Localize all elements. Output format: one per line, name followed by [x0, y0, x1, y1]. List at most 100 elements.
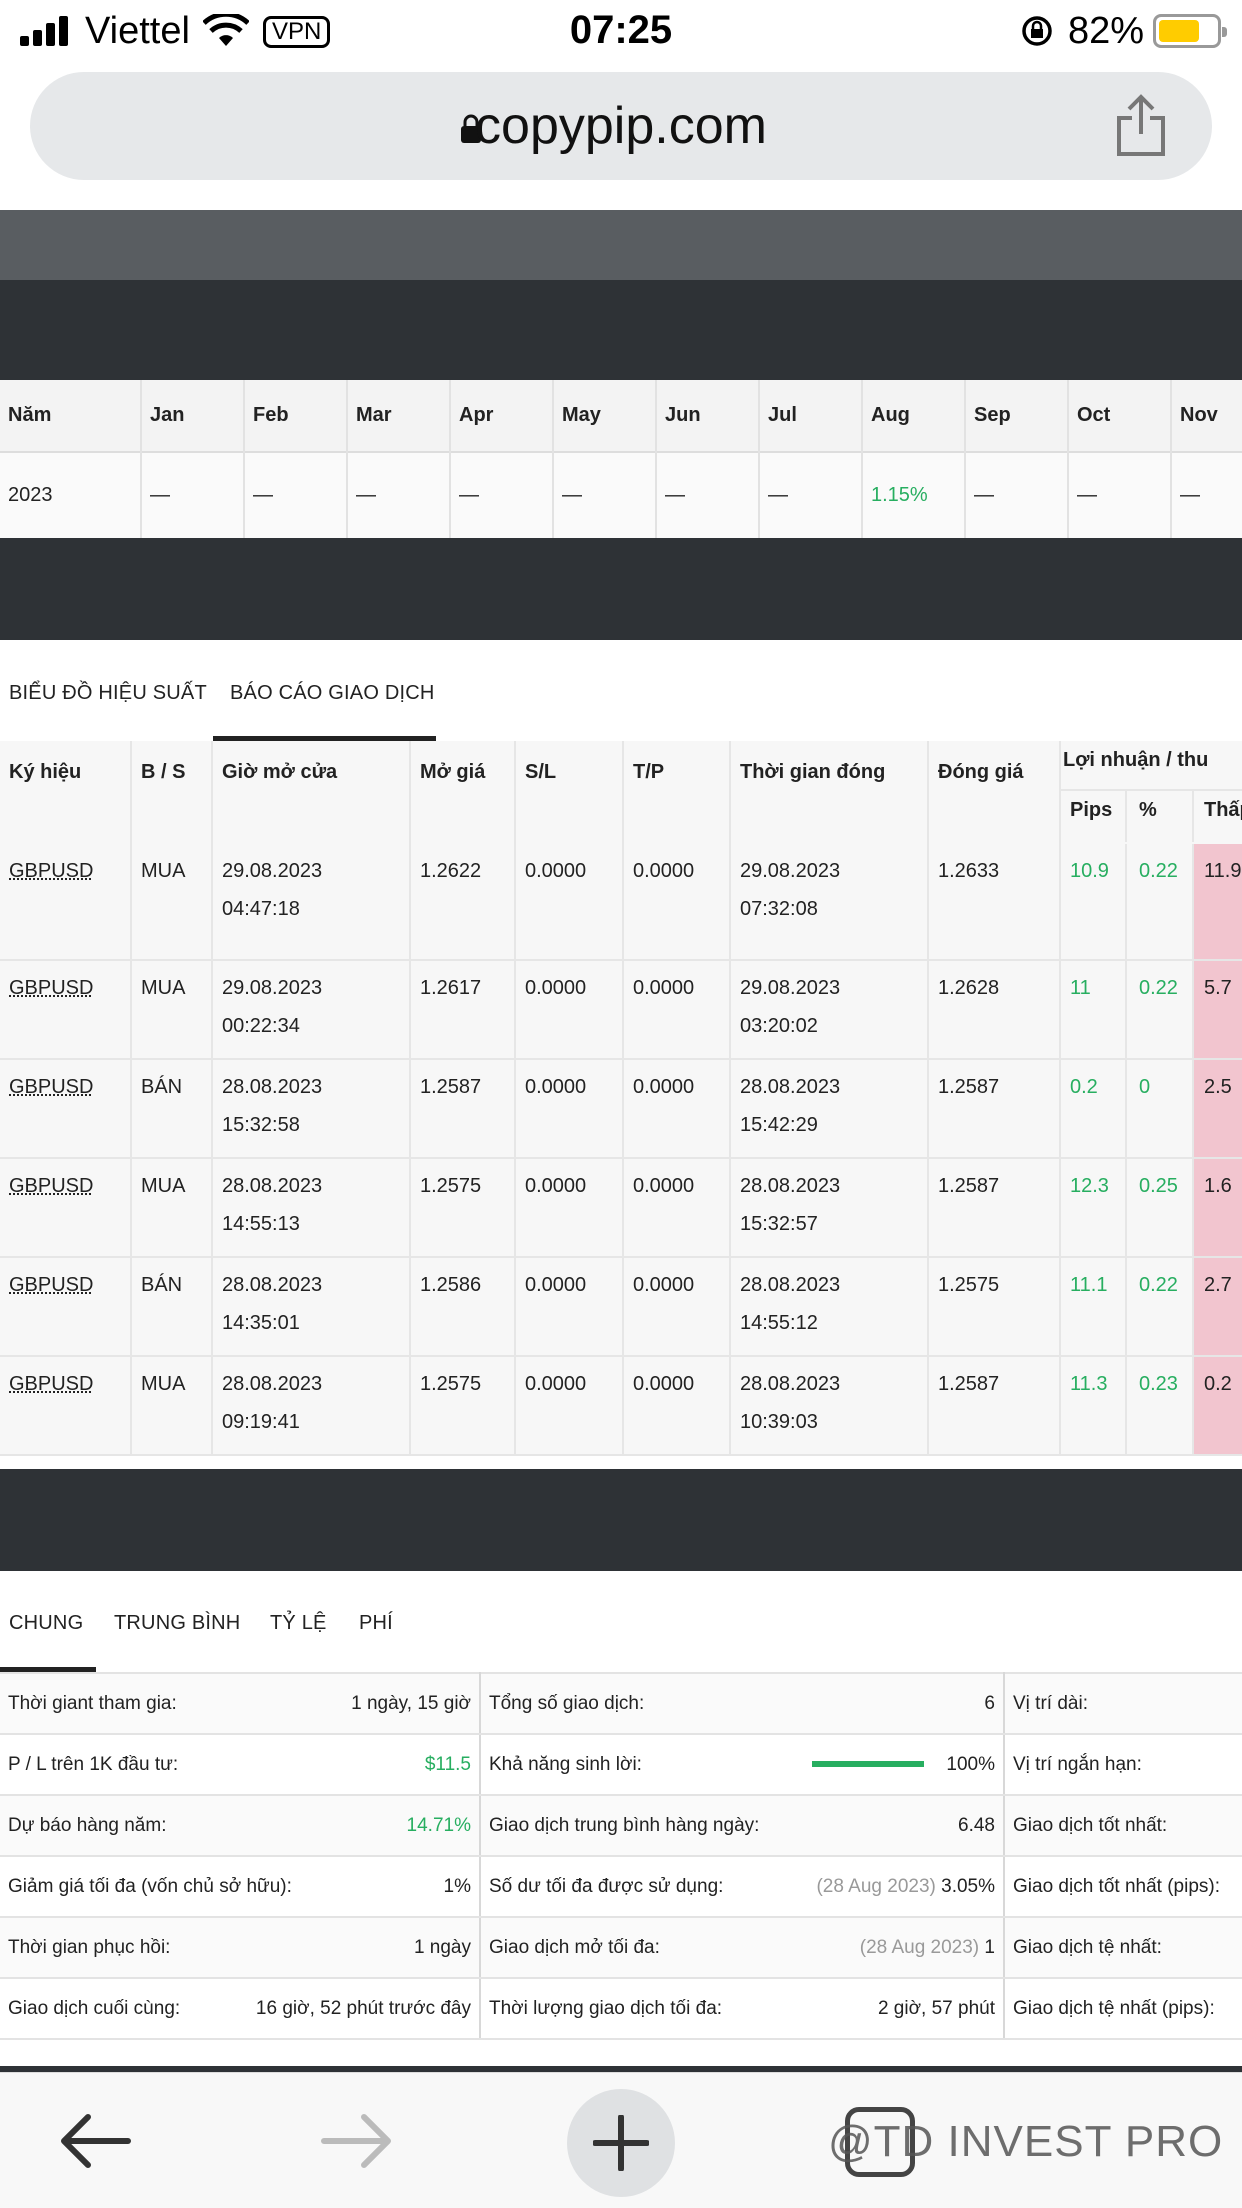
side-cell: MUA — [131, 1158, 213, 1258]
col-stop-loss: S/L — [515, 741, 624, 844]
low-cell: 11.9 — [1193, 844, 1242, 961]
open-time-cell: 29.08.2023 04:47:18 — [212, 844, 411, 961]
status-bar: Viettel VPN 07:25 82% — [0, 0, 1242, 62]
month-value: — — [141, 452, 245, 538]
percent-cell: 0.22 — [1126, 1257, 1194, 1357]
new-tab-button[interactable] — [567, 2089, 675, 2197]
back-icon[interactable] — [58, 2111, 132, 2171]
trade-row: GBPUSD MUA 28.08.2023 09:19:41 1.2575 0.0000 0… — [0, 1356, 1242, 1456]
stat-label: P / L trên 1K đầu tư: — [0, 1734, 180, 1796]
header-dark-band — [0, 280, 1242, 380]
battery-icon — [1153, 14, 1227, 48]
tab-trade-report[interactable]: BÁO CÁO GIAO DỊCH — [230, 682, 435, 705]
col-buy-sell: B / S — [131, 741, 213, 844]
stat-label: Tổng số giao dịch: — [480, 1673, 790, 1735]
stat-value: 6.48 — [790, 1795, 1005, 1857]
address-bar[interactable]: copypip.com — [30, 72, 1212, 180]
tab-ratio[interactable]: TỶ LỆ — [270, 1612, 327, 1635]
open-time-cell: 28.08.2023 15:32:58 — [212, 1059, 411, 1159]
symbol-link[interactable]: GBPUSD — [9, 1076, 93, 1098]
close-time-cell: 28.08.2023 15:32:57 — [730, 1158, 929, 1258]
month-header: Oct — [1068, 380, 1172, 452]
close-clock: 07:32:08 — [740, 898, 818, 920]
tab-general[interactable]: CHUNG — [9, 1612, 83, 1635]
stats-row: Thời giant tham gia: 1 ngày, 15 giờ Tổng s… — [0, 1673, 1242, 1735]
month-header: Sep — [965, 380, 1069, 452]
col-open-price: Mở giá — [410, 741, 516, 844]
stat-label: Giao dịch cuối cùng: — [0, 1978, 180, 2040]
tab-average[interactable]: TRUNG BÌNH — [114, 1612, 240, 1635]
low-cell: 2.7 — [1193, 1257, 1242, 1357]
month-header: Feb — [244, 380, 348, 452]
open-clock: 14:55:13 — [222, 1213, 300, 1235]
side-cell: BÁN — [131, 1257, 213, 1357]
month-value: — — [1068, 452, 1172, 538]
open-time-cell: 28.08.2023 14:35:01 — [212, 1257, 411, 1357]
tab-performance-chart[interactable]: BIỂU ĐỒ HIỆU SUẤT — [9, 682, 207, 705]
tab-fees[interactable]: PHÍ — [359, 1612, 393, 1635]
close-time-cell: 28.08.2023 14:55:12 — [730, 1257, 929, 1357]
stats-row: P / L trên 1K đầu tư: $11.5 Khả năng sinh … — [0, 1734, 1242, 1796]
stat-label: Số dư tối đa được sử dụng: — [480, 1856, 790, 1918]
stat-label: Vị trí ngắn hạn: — [1004, 1734, 1242, 1796]
col-pips: Pips — [1061, 791, 1127, 842]
month-header: May — [553, 380, 657, 452]
url-text: copypip.com — [475, 97, 767, 155]
dark-band — [0, 1469, 1242, 1571]
symbol-link[interactable]: GBPUSD — [9, 977, 93, 999]
trade-row: GBPUSD MUA 29.08.2023 04:47:18 1.2622 0.0000 0… — [0, 844, 1242, 961]
month-value: — — [347, 452, 451, 538]
share-icon[interactable] — [1115, 94, 1167, 158]
stats-row: Giao dịch cuối cùng: 16 giờ, 52 phút trướ… — [0, 1978, 1242, 2040]
pips-cell: 10.9 — [1060, 844, 1127, 961]
stat-value-text: 6.48 — [958, 1814, 995, 1836]
symbol-link[interactable]: GBPUSD — [9, 1274, 93, 1296]
stop-loss-cell: 0.0000 — [515, 1257, 624, 1357]
open-time-cell: 28.08.2023 09:19:41 — [212, 1356, 411, 1456]
stat-label: Giao dịch tệ nhất: — [1004, 1917, 1242, 1979]
side-cell: MUA — [131, 960, 213, 1060]
open-price-cell: 1.2587 — [410, 1059, 516, 1159]
open-date: 29.08.2023 — [222, 860, 323, 882]
stat-value: 2 giờ, 57 phút — [790, 1978, 1005, 2040]
stat-date: (28 Aug 2023) — [859, 1936, 980, 1958]
month-header: Mar — [347, 380, 451, 452]
profitability-bar — [812, 1761, 925, 1768]
symbol-link[interactable]: GBPUSD — [9, 1175, 93, 1197]
take-profit-cell: 0.0000 — [623, 960, 731, 1060]
month-value: — — [965, 452, 1069, 538]
col-profit-group: Lợi nhuận / thu — [1061, 741, 1242, 791]
open-clock: 09:19:41 — [222, 1411, 300, 1433]
close-clock: 14:55:12 — [740, 1312, 818, 1334]
year-cell: 2023 — [0, 452, 142, 538]
close-price-cell: 1.2575 — [928, 1257, 1061, 1357]
stat-label: Giao dịch tốt nhất (pips): — [1004, 1856, 1242, 1918]
close-price-cell: 1.2587 — [928, 1158, 1061, 1258]
month-value: — — [244, 452, 348, 538]
low-cell: 5.7 — [1193, 960, 1242, 1060]
open-date: 28.08.2023 — [222, 1274, 323, 1296]
watermark: @TD INVEST PRO — [828, 2117, 1224, 2166]
rotation-lock-icon — [1022, 16, 1052, 46]
symbol-link[interactable]: GBPUSD — [9, 1373, 93, 1395]
close-clock: 15:32:57 — [740, 1213, 818, 1235]
stat-value: 14.71% — [180, 1795, 481, 1857]
open-time-cell: 29.08.2023 00:22:34 — [212, 960, 411, 1060]
low-cell: 0.2 — [1193, 1356, 1242, 1456]
open-clock: 00:22:34 — [222, 1015, 300, 1037]
stat-value-text: 3.05% — [941, 1875, 995, 1897]
trade-row: GBPUSD MUA 29.08.2023 00:22:34 1.2617 0.0000 0… — [0, 960, 1242, 1060]
symbol-link[interactable]: GBPUSD — [9, 860, 93, 882]
percent-cell: 0.25 — [1126, 1158, 1194, 1258]
close-price-cell: 1.2587 — [928, 1356, 1061, 1456]
clock: 07:25 — [569, 8, 673, 52]
low-cell: 1.6 — [1193, 1158, 1242, 1258]
forward-icon[interactable] — [320, 2111, 394, 2171]
stats-row: Thời gian phục hồi: 1 ngày Giao dịch mở tố… — [0, 1917, 1242, 1979]
stat-date: (28 Aug 2023) — [816, 1875, 936, 1897]
close-date: 28.08.2023 — [740, 1076, 841, 1098]
month-value: — — [759, 452, 863, 538]
open-date: 29.08.2023 — [222, 977, 323, 999]
plus-icon — [593, 2115, 649, 2171]
battery-percent: 82% — [1068, 10, 1145, 52]
